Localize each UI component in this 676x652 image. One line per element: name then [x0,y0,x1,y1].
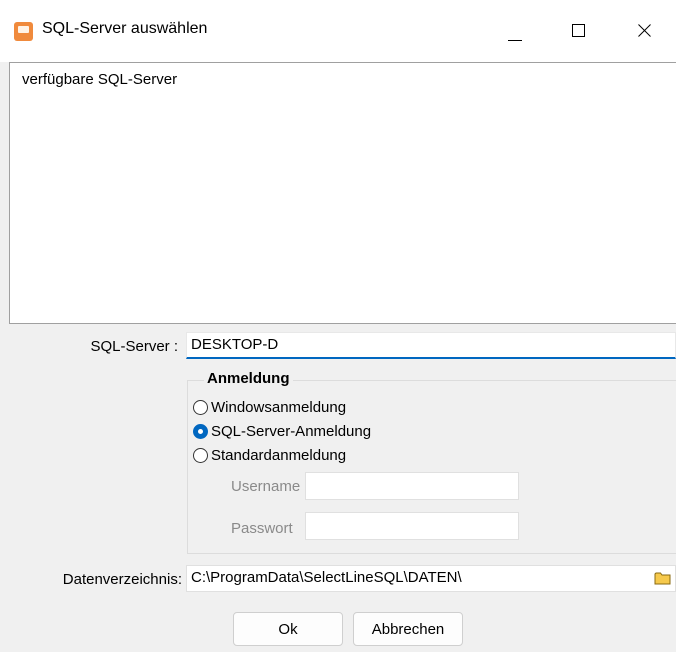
window-title: SQL-Server auswählen [42,20,208,37]
login-group-title: Anmeldung [204,370,293,387]
radio-standard-login-indicator[interactable] [193,448,208,463]
radio-sql-server-login-indicator[interactable] [193,424,208,439]
title-bar: SQL-Server auswählen [0,0,676,62]
radio-windows-login-label: Windowsanmeldung [211,399,347,416]
username-input[interactable] [305,472,519,500]
radio-windows-login[interactable]: Windowsanmeldung [193,399,346,416]
radio-standard-login-label: Standardanmeldung [211,447,347,464]
username-label: Username [231,478,301,495]
sql-server-list[interactable]: verfügbare SQL-Server [9,62,676,324]
login-groupbox: Anmeldung Windowsanmeldung SQL-Server-An… [187,370,676,554]
password-label: Passwort [231,520,293,537]
maximize-button[interactable] [557,8,603,54]
data-directory-label: Datenverzeichnis: [62,571,182,588]
sql-server-label: SQL-Server : [90,338,178,355]
radio-standard-login[interactable]: Standardanmeldung [193,447,346,464]
password-input[interactable] [305,512,519,540]
data-directory-input[interactable]: C:\ProgramData\SelectLineSQL\DATEN\ [186,565,676,592]
app-icon [14,22,33,41]
cancel-button[interactable]: Abbrechen [353,612,463,646]
minimize-button[interactable] [492,8,538,54]
radio-sql-server-login-label: SQL-Server-Anmeldung [211,423,372,440]
ok-button[interactable]: Ok [233,612,343,646]
sql-server-input[interactable]: DESKTOP-D [186,332,676,359]
close-button[interactable] [622,8,668,54]
radio-windows-login-indicator[interactable] [193,400,208,415]
radio-sql-server-login[interactable]: SQL-Server-Anmeldung [193,423,371,440]
folder-icon[interactable] [654,571,671,585]
server-list-header: verfügbare SQL-Server [22,71,178,88]
